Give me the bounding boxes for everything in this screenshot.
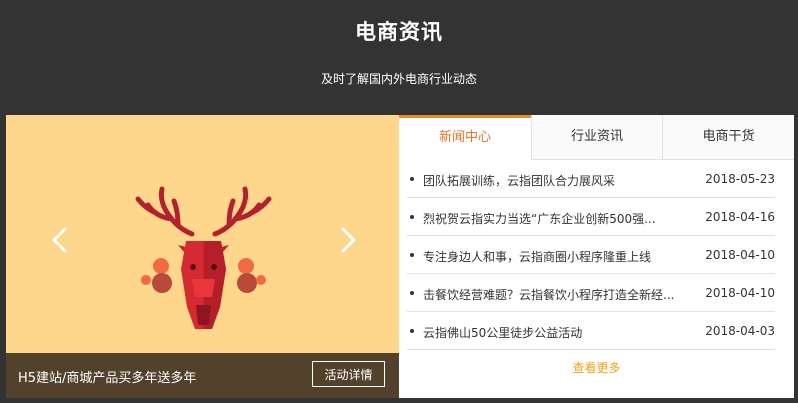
tab-news-center[interactable]: 新闻中心 [399, 115, 531, 160]
news-item-title[interactable]: 烈祝贺云指实力当选“广东企业创新500强... [423, 210, 683, 227]
news-item-date: 2018-04-10 [705, 286, 775, 300]
news-item[interactable]: 专注身边人和事，云指商圈小程序隆重上线 2018-04-10 [407, 236, 775, 274]
activity-details-button[interactable]: 活动详情 [312, 361, 385, 387]
bullet-icon [410, 329, 414, 333]
bullet-icon [410, 215, 414, 219]
banner-caption: H5建站/商城产品买多年送多年 [18, 371, 197, 386]
news-item[interactable]: 云指佛山50公里徒步公益活动 2018-04-03 [407, 312, 775, 350]
banner-caption-bar: H5建站/商城产品买多年送多年 活动详情 [6, 353, 399, 398]
news-item-date: 2018-04-16 [705, 210, 775, 224]
tab-industry-news[interactable]: 行业资讯 [531, 115, 662, 160]
news-tabs: 新闻中心 行业资讯 电商干货 [399, 115, 794, 160]
news-item-title[interactable]: 专注身边人和事，云指商圈小程序隆重上线 [423, 248, 683, 265]
bullet-icon [410, 177, 414, 181]
news-item-title[interactable]: 击餐饮经营难题？云指餐饮小程序打造全新经... [423, 286, 683, 303]
news-item-title[interactable]: 云指佛山50公里徒步公益活动 [423, 324, 683, 341]
deer-illustration [135, 186, 272, 329]
bullet-icon [410, 291, 414, 295]
section-subtitle: 及时了解国内外电商行业动态 [320, 72, 477, 86]
bullet-icon [410, 253, 414, 257]
next-arrow-icon[interactable] [332, 225, 362, 255]
section-title: 电商资讯 [355, 20, 443, 44]
news-list: 团队拓展训练，云指团队合力展风采 2018-05-23 烈祝贺云指实力当选“广东… [407, 160, 775, 350]
news-item-title[interactable]: 团队拓展训练，云指团队合力展风采 [423, 172, 683, 189]
news-item-date: 2018-04-03 [705, 324, 775, 338]
news-item[interactable]: 击餐饮经营难题？云指餐饮小程序打造全新经... 2018-04-10 [407, 274, 775, 312]
tab-ecommerce-tips[interactable]: 电商干货 [662, 115, 794, 160]
news-panel: 新闻中心 行业资讯 电商干货 团队拓展训练，云指团队合力展风采 2018-05-… [399, 115, 794, 398]
prev-arrow-icon[interactable] [46, 225, 76, 255]
news-item-date: 2018-05-23 [705, 172, 775, 186]
news-item[interactable]: 团队拓展训练，云指团队合力展风采 2018-05-23 [407, 160, 775, 198]
news-item[interactable]: 烈祝贺云指实力当选“广东企业创新500强... 2018-04-16 [407, 198, 775, 236]
view-more-link[interactable]: 查看更多 [399, 359, 794, 376]
banner-slider[interactable]: H5建站/商城产品买多年送多年 活动详情 [6, 115, 399, 398]
news-item-date: 2018-04-10 [705, 248, 775, 262]
